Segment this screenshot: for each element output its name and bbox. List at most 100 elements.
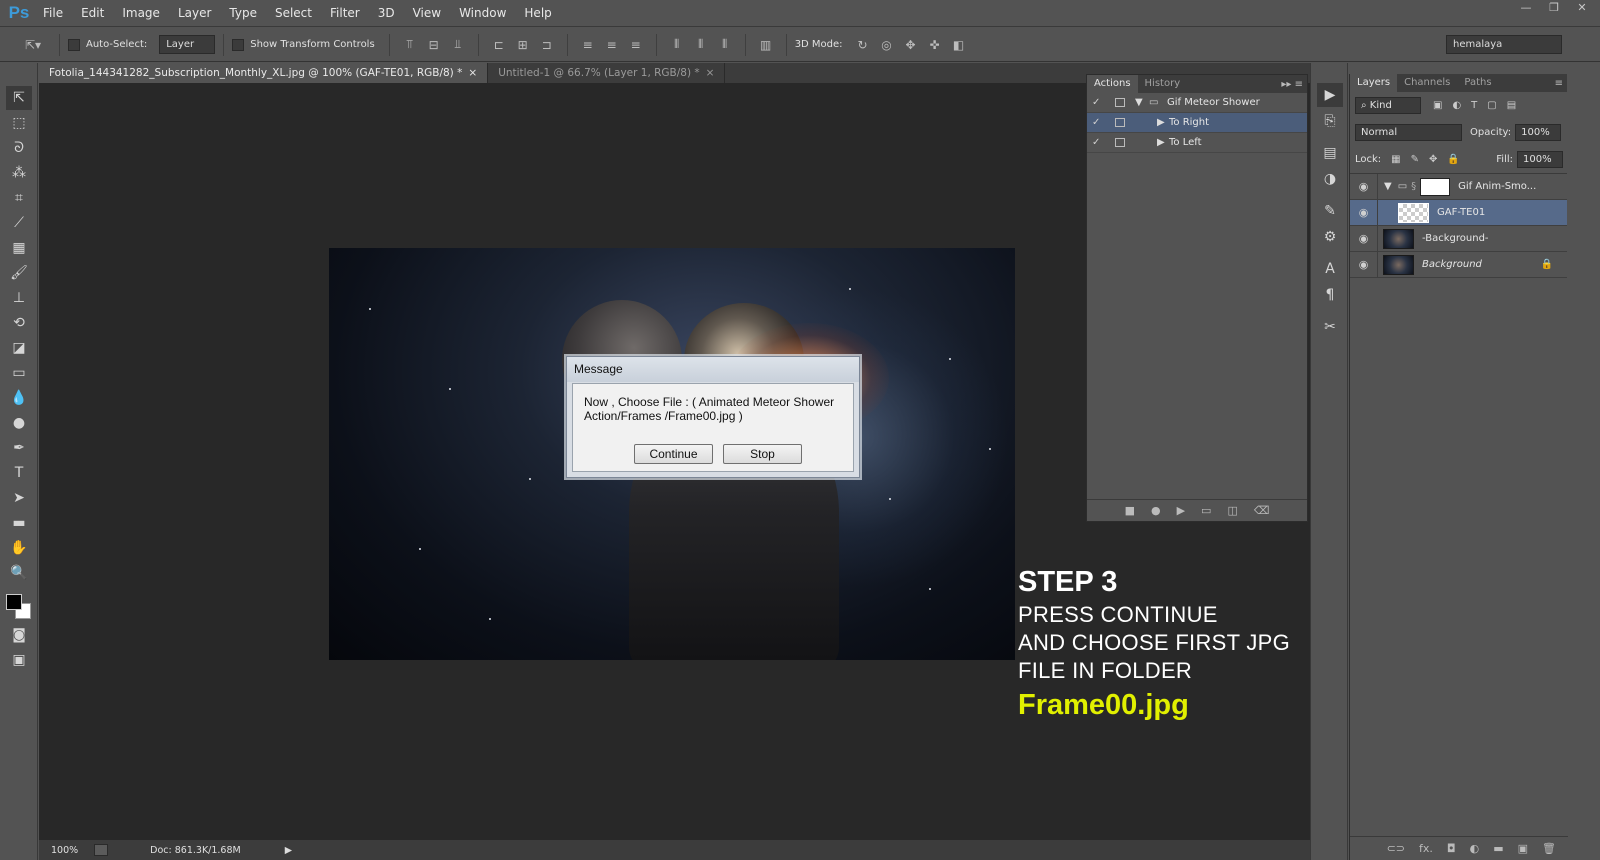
menu-image[interactable]: Image bbox=[113, 0, 169, 27]
auto-select-checkbox[interactable] bbox=[68, 38, 80, 51]
brush-presets-icon[interactable]: ✎ bbox=[1317, 199, 1343, 223]
3d-slide-icon[interactable]: ✜ bbox=[926, 37, 944, 53]
status-menu-arrow-icon[interactable]: ▶ bbox=[285, 845, 292, 856]
character-icon[interactable]: A bbox=[1317, 257, 1343, 281]
tab-paths[interactable]: Paths bbox=[1457, 74, 1498, 92]
toggle-check-icon[interactable]: ✓ bbox=[1092, 117, 1108, 128]
distribute-hcenter-icon[interactable]: ⦀ bbox=[692, 37, 710, 53]
screen-mode-icon[interactable]: ▣ bbox=[6, 648, 32, 672]
gradient-tool-icon[interactable]: ▭ bbox=[6, 361, 32, 385]
align-vcenter-icon[interactable]: ⊟ bbox=[425, 37, 443, 53]
new-set-icon[interactable]: ▭ bbox=[1201, 504, 1211, 517]
layer-style-icon[interactable]: fx. bbox=[1419, 842, 1433, 855]
visibility-eye-icon[interactable]: ◉ bbox=[1350, 225, 1378, 252]
delete-icon[interactable]: ⌫ bbox=[1254, 504, 1270, 517]
play-icon[interactable]: ▶ bbox=[1177, 504, 1185, 517]
distribute-right-icon[interactable]: ⦀ bbox=[716, 37, 734, 53]
expand-triangle-icon[interactable]: ▼ bbox=[1384, 181, 1392, 192]
rectangle-tool-icon[interactable]: ▬ bbox=[6, 511, 32, 535]
filter-icons[interactable]: ▣◐T▢▤ bbox=[1433, 100, 1526, 111]
menu-layer[interactable]: Layer bbox=[169, 0, 220, 27]
collapse-triangle-icon[interactable]: ▶ bbox=[1157, 117, 1169, 128]
delete-layer-icon[interactable]: 🗑 bbox=[1542, 842, 1556, 855]
adjustments-icon[interactable]: ◑ bbox=[1317, 167, 1343, 191]
workspace-dropdown[interactable]: hemalaya bbox=[1446, 35, 1562, 54]
brush-settings-icon[interactable]: ⚙ bbox=[1317, 225, 1343, 249]
path-selection-tool-icon[interactable]: ➤ bbox=[6, 486, 32, 510]
auto-align-icon[interactable]: ▥ bbox=[757, 37, 775, 53]
link-layers-icon[interactable]: ⊂⊃ bbox=[1387, 842, 1405, 855]
magic-wand-tool-icon[interactable]: ⁂ bbox=[6, 161, 32, 185]
new-action-icon[interactable]: ◫ bbox=[1227, 504, 1237, 517]
zoom-level[interactable]: 100% bbox=[51, 845, 78, 856]
action-row[interactable]: ✓ ▶ To Left bbox=[1087, 133, 1307, 153]
visibility-eye-icon[interactable]: ◉ bbox=[1350, 199, 1378, 226]
move-tool-icon[interactable]: ⇱ bbox=[6, 86, 32, 110]
color-swatches[interactable] bbox=[0, 586, 37, 622]
3d-drag-icon[interactable]: ✥ bbox=[902, 37, 920, 53]
new-group-icon[interactable]: ▬ bbox=[1493, 842, 1503, 855]
tab-actions[interactable]: Actions bbox=[1087, 75, 1138, 93]
distribute-vcenter-icon[interactable]: ≡ bbox=[603, 37, 621, 53]
crop-tool-icon[interactable]: ⌗ bbox=[6, 186, 32, 210]
menu-type[interactable]: Type bbox=[220, 0, 266, 27]
align-top-icon[interactable]: ⫪ bbox=[401, 37, 419, 53]
dodge-tool-icon[interactable]: ● bbox=[6, 411, 32, 435]
3d-rotate-icon[interactable]: ↻ bbox=[854, 37, 872, 53]
clone-stamp-tool-icon[interactable]: ⊥ bbox=[6, 286, 32, 310]
panel-menu-icon[interactable]: ▸▸ ≡ bbox=[1281, 79, 1307, 90]
eraser-tool-icon[interactable]: ◪ bbox=[6, 336, 32, 360]
share-icon[interactable] bbox=[94, 844, 109, 856]
hand-tool-icon[interactable]: ✋ bbox=[6, 536, 32, 560]
action-set-row[interactable]: ✓ ▼ ▭ Gif Meteor Shower bbox=[1087, 93, 1307, 113]
pen-tool-icon[interactable]: ✒ bbox=[6, 436, 32, 460]
toggle-check-icon[interactable]: ✓ bbox=[1092, 137, 1108, 148]
quick-mask-icon[interactable]: ◙ bbox=[6, 623, 32, 647]
layer-row[interactable]: ◉ -Background- bbox=[1350, 225, 1567, 252]
auto-select-dropdown[interactable]: Layer bbox=[159, 35, 216, 54]
blend-mode-dropdown[interactable]: Normal bbox=[1355, 124, 1462, 141]
lasso-tool-icon[interactable]: ᘐ bbox=[6, 136, 32, 160]
layer-row[interactable]: ◉ Background 🔒 bbox=[1350, 251, 1567, 278]
distribute-left-icon[interactable]: ⦀ bbox=[668, 37, 686, 53]
menu-window[interactable]: Window bbox=[450, 0, 515, 27]
tool-presets-icon[interactable]: ✂ bbox=[1317, 315, 1343, 339]
actions-play-icon[interactable]: ▶ bbox=[1317, 83, 1343, 107]
history-brush-tool-icon[interactable]: ⟲ bbox=[6, 311, 32, 335]
visibility-eye-icon[interactable]: ◉ bbox=[1350, 173, 1378, 200]
foreground-color-swatch[interactable] bbox=[6, 594, 22, 610]
menu-select[interactable]: Select bbox=[266, 0, 321, 27]
paragraph-icon[interactable]: ¶ bbox=[1317, 283, 1343, 307]
marquee-tool-icon[interactable]: ⬚ bbox=[6, 111, 32, 135]
toggle-check-icon[interactable]: ✓ bbox=[1092, 97, 1108, 108]
zoom-tool-icon[interactable]: 🔍 bbox=[6, 561, 32, 585]
menu-view[interactable]: View bbox=[404, 0, 450, 27]
tab-history[interactable]: History bbox=[1138, 75, 1188, 93]
continue-button[interactable]: Continue bbox=[634, 444, 713, 464]
document-tab[interactable]: Untitled-1 @ 66.7% (Layer 1, RGB/8) * × bbox=[488, 63, 726, 83]
dialog-toggle-icon[interactable] bbox=[1115, 98, 1125, 107]
layer-mask-thumbnail[interactable] bbox=[1420, 177, 1451, 196]
3d-scale-icon[interactable]: ◧ bbox=[950, 37, 968, 53]
3d-roll-icon[interactable]: ◎ bbox=[878, 37, 896, 53]
move-tool-preset-icon[interactable]: ⇱▾ bbox=[18, 37, 48, 53]
align-bottom-icon[interactable]: ⫫ bbox=[449, 37, 467, 53]
panel-menu-icon[interactable]: ≡ bbox=[1555, 78, 1567, 89]
eyedropper-tool-icon[interactable]: ⟋ bbox=[6, 211, 32, 235]
close-icon[interactable]: ✕ bbox=[1570, 2, 1594, 16]
stop-recording-icon[interactable]: ■ bbox=[1125, 504, 1135, 517]
add-mask-icon[interactable]: ◘ bbox=[1447, 842, 1456, 855]
minimize-icon[interactable]: — bbox=[1514, 2, 1538, 16]
distribute-bottom-icon[interactable]: ≡ bbox=[627, 37, 645, 53]
type-tool-icon[interactable]: T bbox=[6, 461, 32, 485]
menu-file[interactable]: File bbox=[34, 0, 72, 27]
tab-layers[interactable]: Layers bbox=[1350, 74, 1398, 92]
menu-filter[interactable]: Filter bbox=[321, 0, 369, 27]
properties-icon[interactable]: ▤ bbox=[1317, 141, 1343, 165]
kind-filter-dropdown[interactable]: ⌕ Kind bbox=[1355, 97, 1421, 114]
dialog-toggle-icon[interactable] bbox=[1115, 138, 1125, 147]
lock-icons[interactable]: ▦✎✥🔒 bbox=[1391, 154, 1470, 165]
expand-triangle-icon[interactable]: ▼ bbox=[1135, 97, 1149, 108]
history-icon[interactable]: ⎘ bbox=[1317, 109, 1343, 133]
record-icon[interactable]: ● bbox=[1151, 504, 1161, 517]
